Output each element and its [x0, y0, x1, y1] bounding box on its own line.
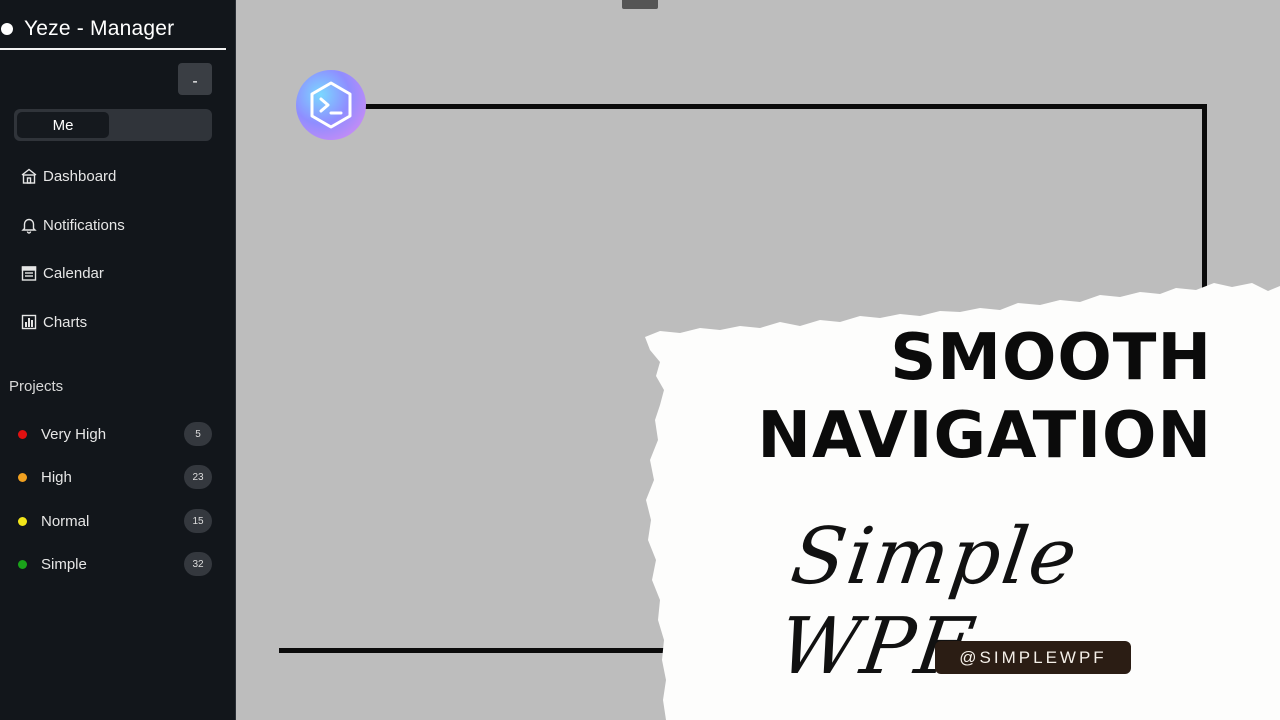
headline-line-2: NAVIGATION — [757, 399, 1212, 473]
social-handle-badge: @SIMPLEWPF — [935, 641, 1131, 674]
headline-line-1: SMOOTH — [890, 321, 1212, 395]
